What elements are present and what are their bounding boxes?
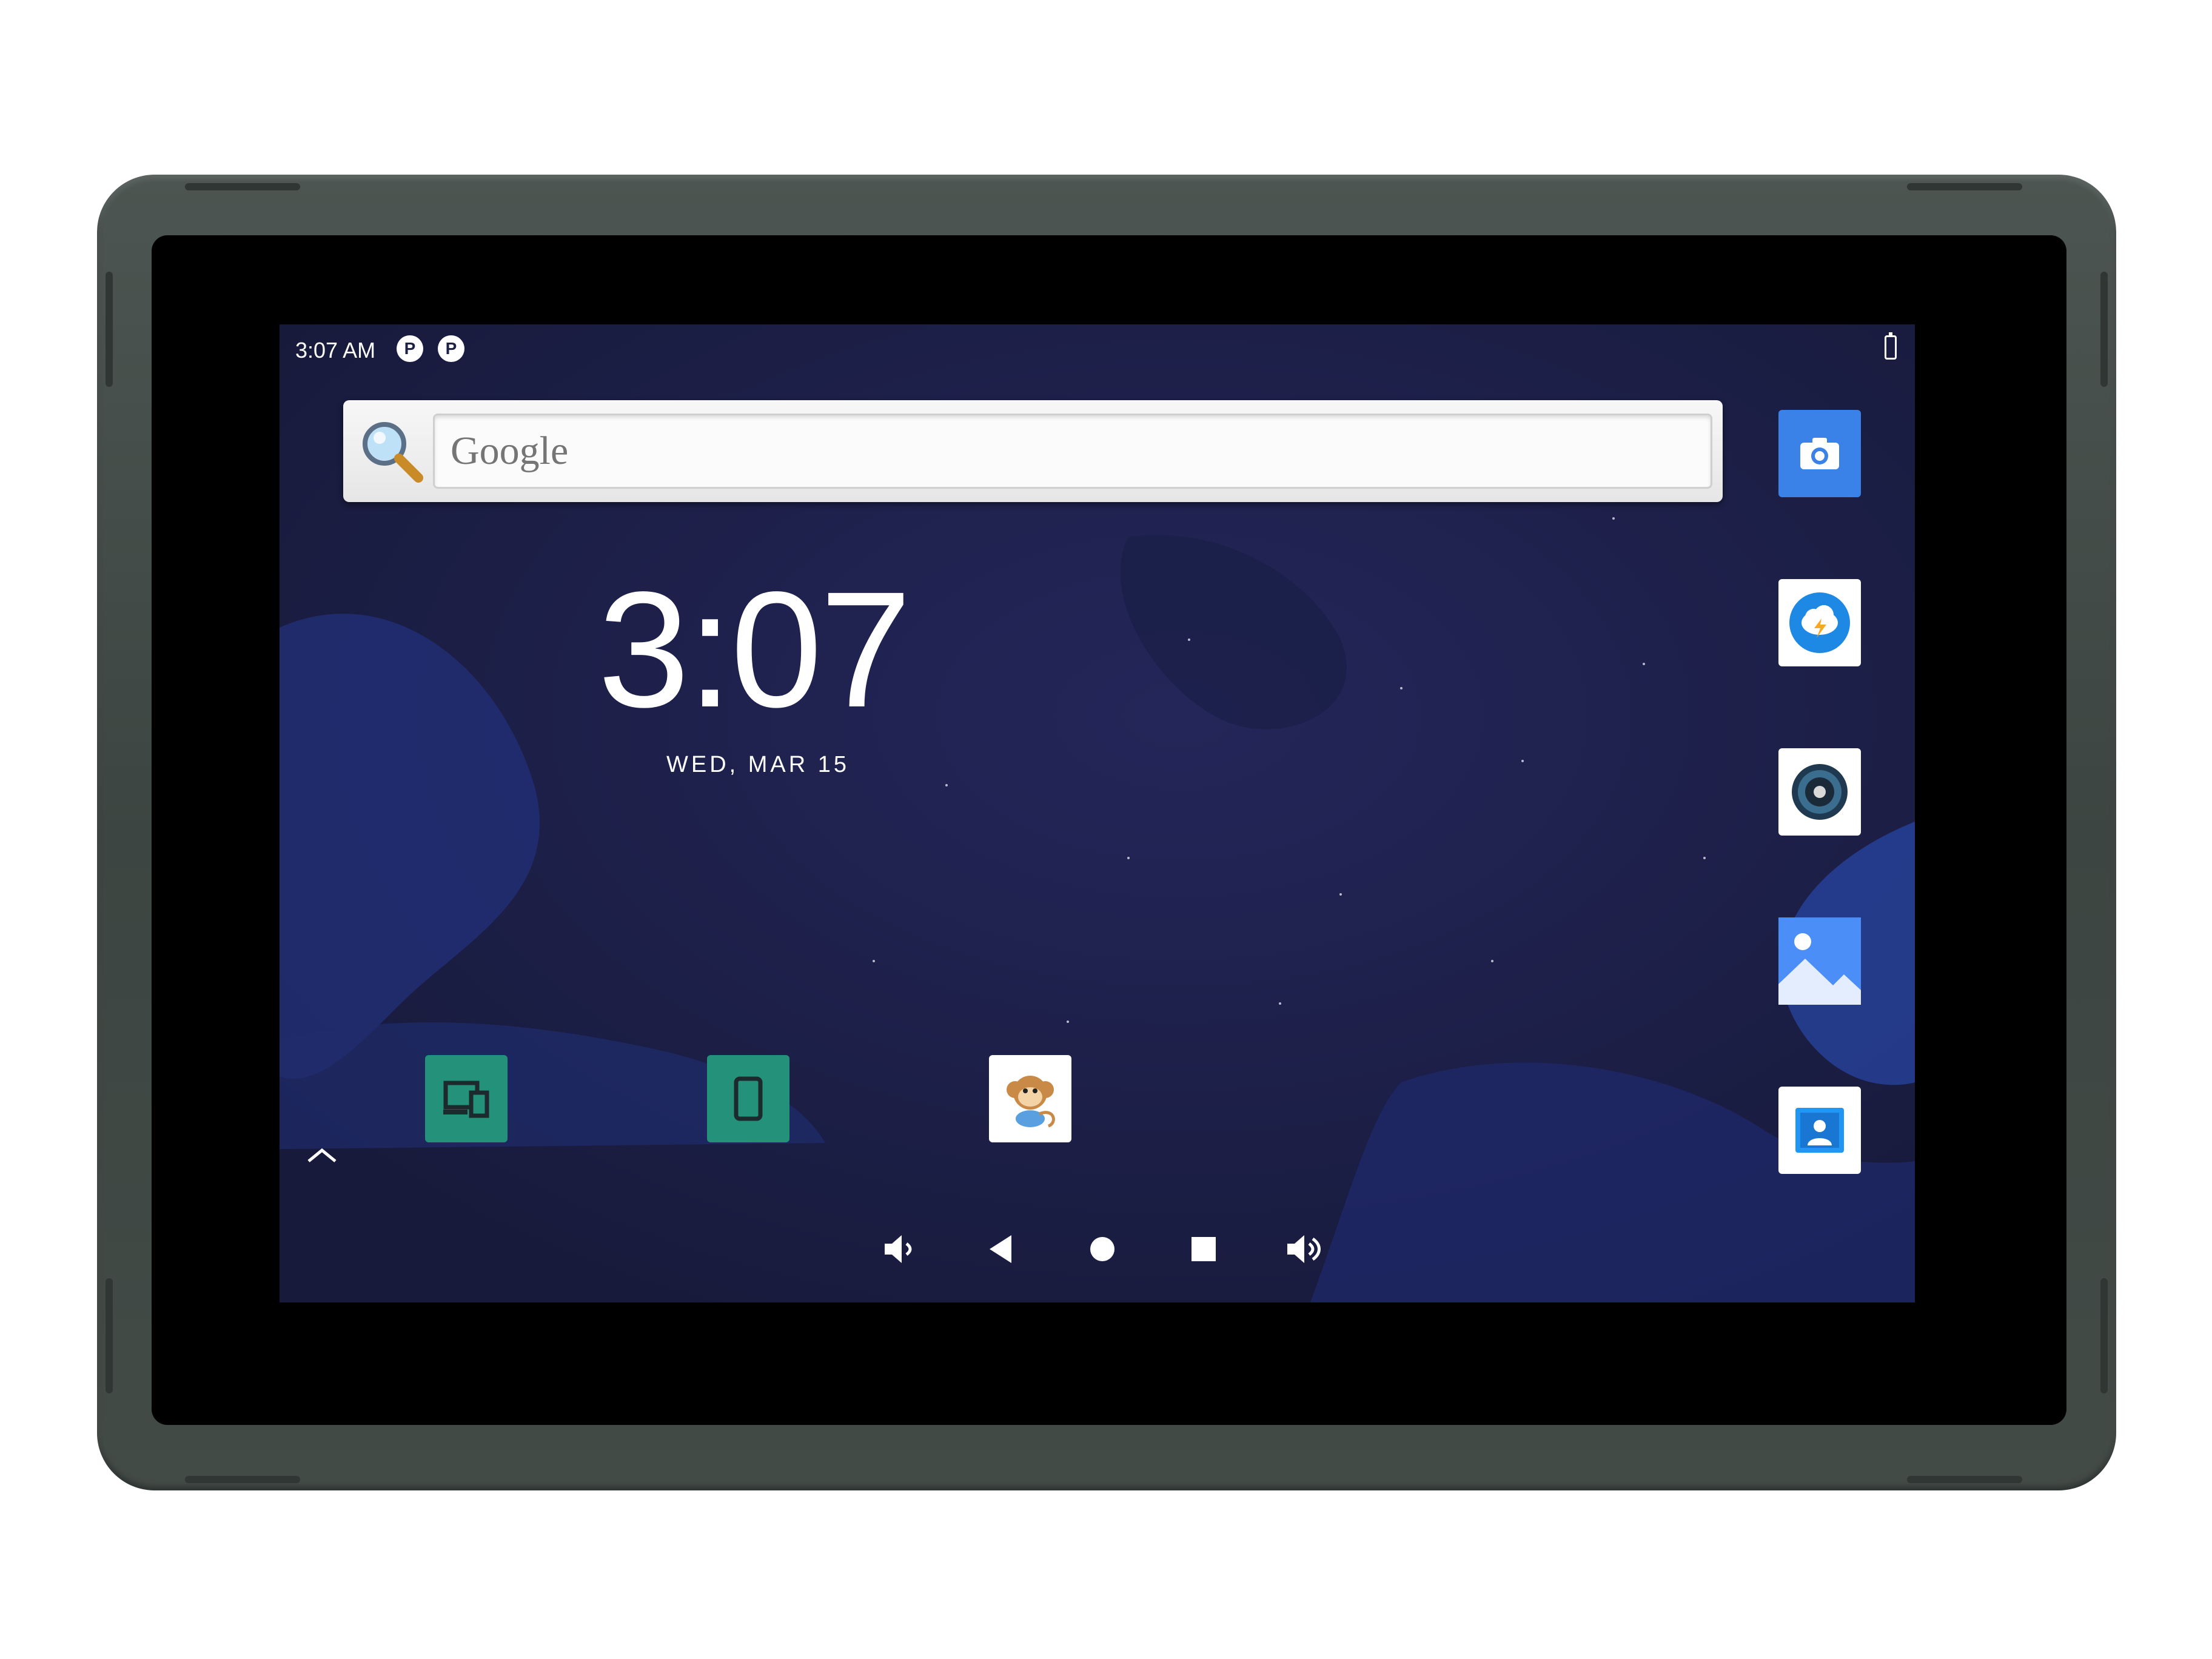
camera-app[interactable] [1778,410,1861,497]
monkey-app[interactable] [989,1055,1071,1142]
weather-app[interactable] [1778,579,1861,666]
magnifier-icon[interactable] [355,415,428,488]
case-groove [2100,1278,2108,1393]
clock-date[interactable]: WED, MAR 15 [666,752,850,778]
music-app[interactable] [1778,748,1861,836]
case-groove [185,183,300,190]
case-groove [185,1476,300,1483]
case-groove [2100,272,2108,387]
clock-time[interactable]: 3:07 [598,567,911,732]
app-drawer-caret-icon[interactable] [304,1143,340,1167]
contacts-icon [1795,1108,1844,1153]
tablet-icon [734,1076,763,1121]
gallery-app[interactable] [1778,917,1861,1005]
gallery-icon [1778,917,1861,1005]
tablet-app[interactable] [707,1055,789,1142]
case-groove [106,272,113,387]
monkey-icon [1007,1076,1055,1128]
devices-app[interactable] [425,1055,508,1142]
case-groove [1907,183,2022,190]
devices-icon [443,1081,489,1118]
home-screen[interactable]: 3:07 AM P P 3:07 WED, MAR 15 [280,324,1915,1302]
volume-down-icon[interactable] [879,1228,921,1270]
battery-charging-icon [1885,332,1897,360]
camera-icon [1800,438,1839,469]
contacts-app[interactable] [1778,1087,1861,1174]
google-search-widget[interactable] [343,400,1723,502]
notification-icon: P [397,335,423,362]
status-bar-time: 3:07 AM [295,338,376,363]
notification-icon: P [438,335,464,362]
case-groove [1907,1476,2022,1483]
case-groove [106,1278,113,1393]
search-input[interactable] [433,414,1712,489]
speaker-icon [1792,764,1848,820]
volume-up-icon[interactable] [1284,1228,1326,1270]
recents-icon[interactable] [1182,1228,1225,1270]
back-icon[interactable] [980,1228,1022,1270]
home-icon[interactable] [1081,1228,1124,1270]
weather-icon [1789,592,1850,653]
